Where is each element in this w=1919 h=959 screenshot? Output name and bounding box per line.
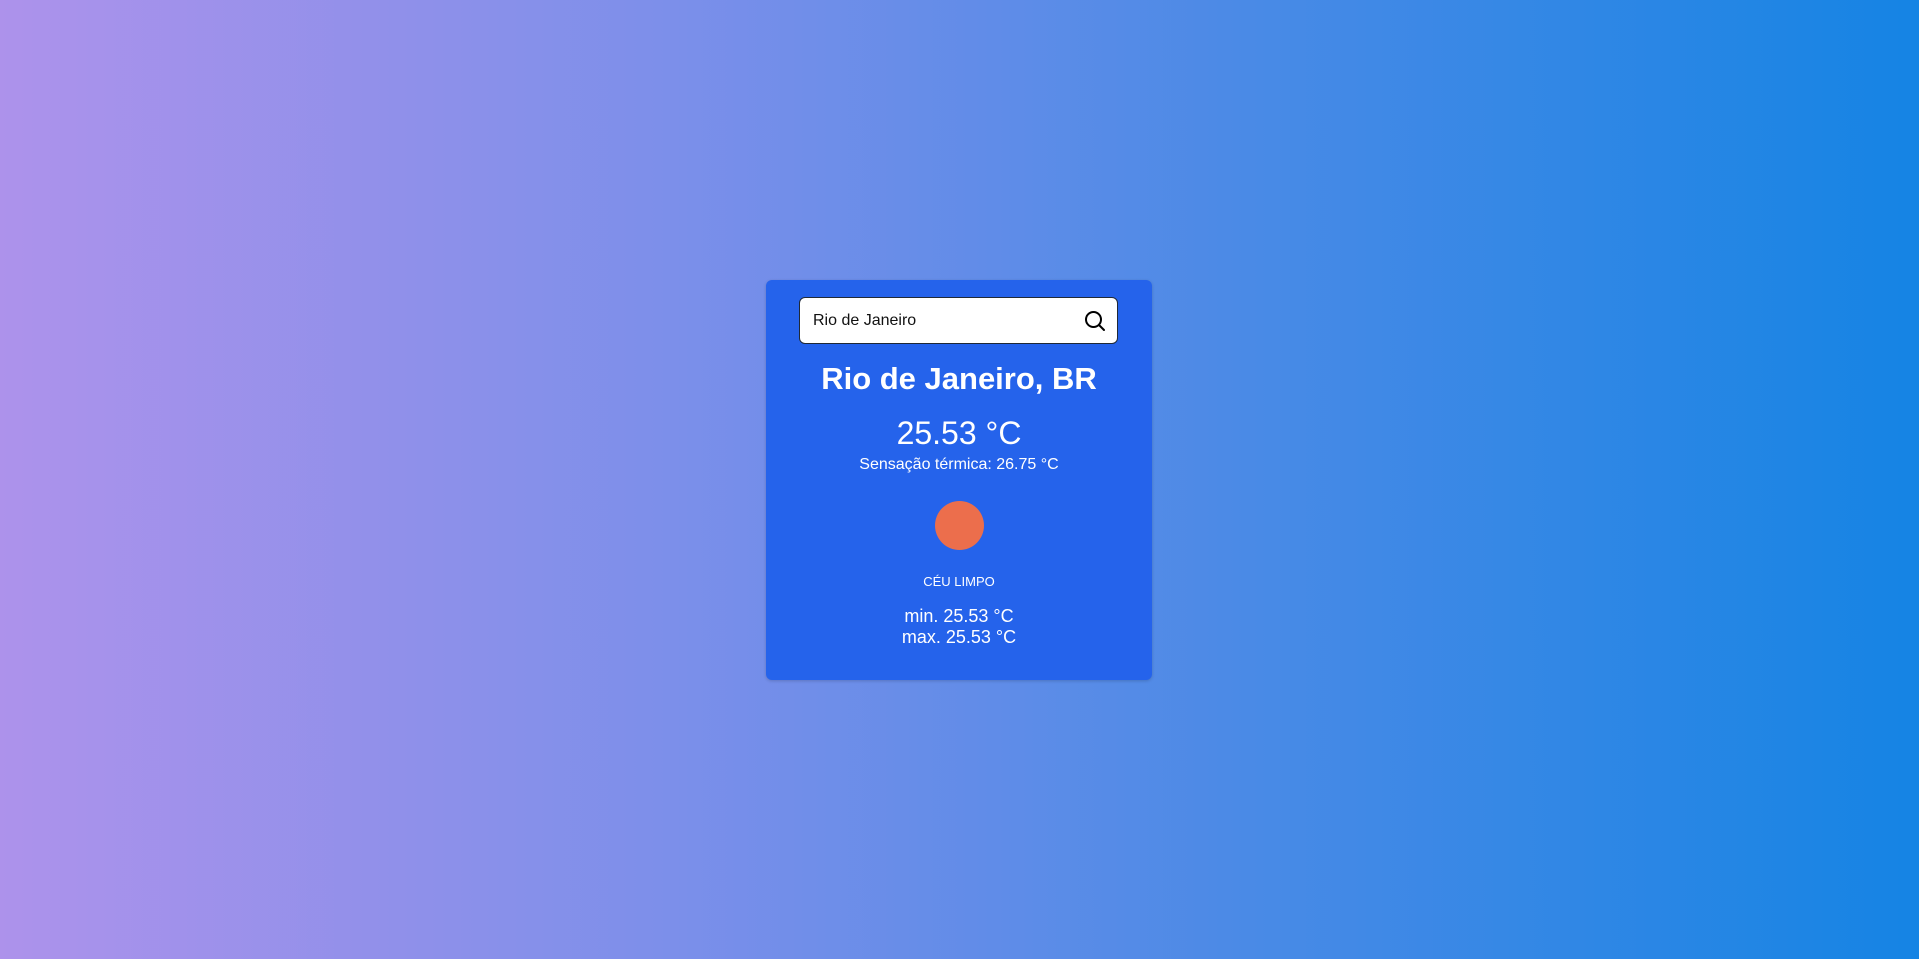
weather-card: Rio de Janeiro, BR 25.53 °C Sensação tér…	[766, 280, 1152, 680]
city-name: Rio de Janeiro, BR	[821, 361, 1097, 396]
search-input[interactable]	[800, 298, 1073, 343]
temperature: 25.53 °C	[896, 415, 1022, 451]
search-box	[799, 297, 1118, 344]
min-max-temperature: min. 25.53 °C max. 25.53 °C	[766, 606, 1152, 648]
search-icon	[1085, 310, 1105, 331]
min-temperature: min. 25.53 °C	[904, 606, 1014, 626]
weather-description: Céu limpo	[923, 574, 995, 589]
clear-sky-icon	[935, 501, 984, 550]
search-button[interactable]	[1073, 298, 1117, 343]
max-temperature: max. 25.53 °C	[901, 627, 1017, 647]
feels-like: Sensação térmica: 26.75 °C	[859, 456, 1059, 473]
